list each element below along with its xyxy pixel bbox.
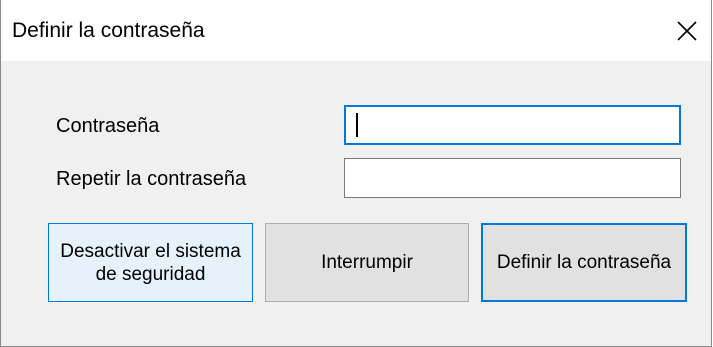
title-bar: Definir la contraseña — [1, 0, 711, 61]
abort-button[interactable]: Interrumpir — [265, 223, 469, 302]
dialog-body: Contraseña Repetir la contraseña Desacti… — [1, 61, 711, 346]
text-caret — [356, 113, 358, 137]
set-password-button[interactable]: Definir la contraseña — [481, 223, 687, 302]
password-label: Contraseña — [56, 115, 160, 137]
close-icon — [677, 21, 697, 41]
set-password-dialog: Definir la contraseña Contraseña Repetir… — [0, 0, 712, 347]
dialog-title: Definir la contraseña — [12, 19, 205, 42]
close-button[interactable] — [665, 11, 711, 51]
repeat-password-field[interactable] — [344, 158, 681, 198]
deactivate-security-button[interactable]: Desactivar el sistema de seguridad — [48, 223, 253, 302]
repeat-password-label: Repetir la contraseña — [56, 168, 247, 190]
password-field[interactable] — [344, 105, 681, 145]
